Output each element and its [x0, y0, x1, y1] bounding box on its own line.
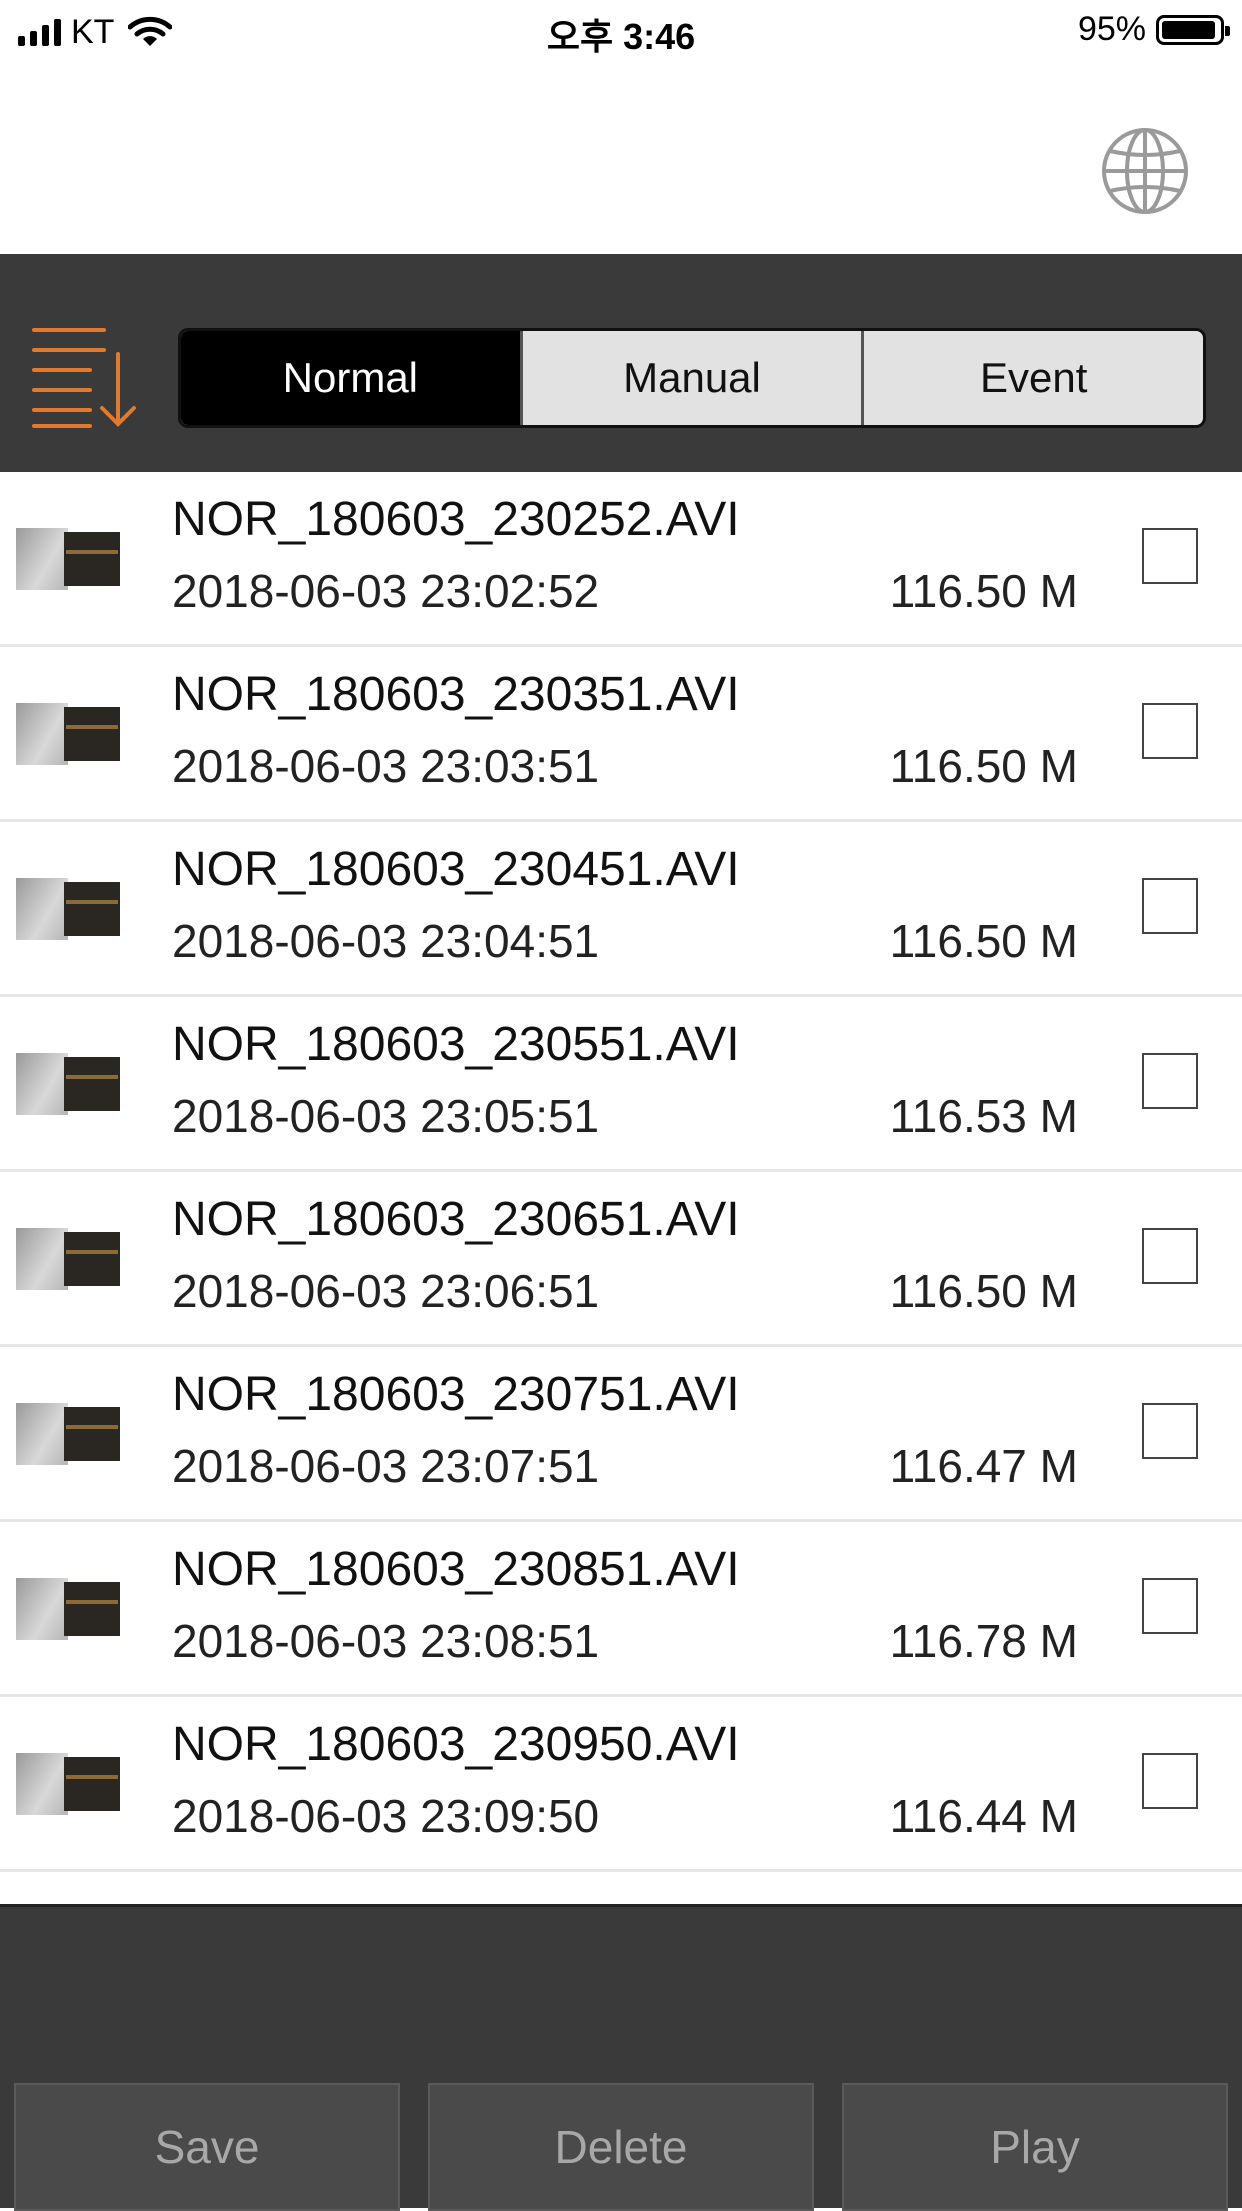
delete-button[interactable]: Delete: [428, 2083, 814, 2211]
file-list: NOR_180603_230252.AVI 2018-06-03 23:02:5…: [0, 472, 1242, 1872]
file-size: 116.53 M: [889, 1090, 1078, 1142]
toolbar: Normal Manual Event: [0, 254, 1242, 472]
recording-type-tabs: Normal Manual Event: [178, 328, 1206, 428]
video-thumbnail: [16, 1578, 120, 1640]
globe-icon[interactable]: [1100, 126, 1190, 216]
action-bar: Save Delete Play: [0, 1904, 1242, 2211]
tab-normal[interactable]: Normal: [181, 331, 520, 425]
battery-icon: [1156, 14, 1230, 45]
file-name: NOR_180603_230751.AVI: [172, 1368, 740, 1421]
file-date: 2018-06-03 23:02:52: [172, 565, 600, 617]
status-bar: KT 오후 3:46 95%: [0, 0, 1242, 62]
play-button[interactable]: Play: [842, 2083, 1228, 2211]
file-date: 2018-06-03 23:03:51: [172, 740, 600, 792]
file-size: 116.47 M: [889, 1440, 1078, 1492]
video-thumbnail: [16, 878, 120, 940]
file-date: 2018-06-03 23:05:51: [172, 1090, 600, 1142]
sort-descending-icon[interactable]: [30, 324, 140, 430]
file-checkbox[interactable]: [1142, 1578, 1198, 1634]
status-time: 오후 3:46: [546, 16, 696, 57]
battery-fill: [1162, 20, 1215, 39]
file-date: 2018-06-03 23:07:51: [172, 1440, 600, 1492]
file-name: NOR_180603_230451.AVI: [172, 843, 740, 896]
file-checkbox[interactable]: [1142, 1228, 1198, 1284]
battery-percent: 95%: [1077, 10, 1146, 48]
file-name: NOR_180603_230950.AVI: [172, 1718, 740, 1771]
app-header: [0, 62, 1242, 254]
video-thumbnail: [16, 703, 120, 765]
file-row[interactable]: NOR_180603_230351.AVI 2018-06-03 23:03:5…: [0, 647, 1242, 822]
video-thumbnail: [16, 528, 120, 590]
video-thumbnail: [16, 1053, 120, 1115]
file-name: NOR_180603_230351.AVI: [172, 668, 740, 721]
file-row[interactable]: NOR_180603_230950.AVI 2018-06-03 23:09:5…: [0, 1697, 1242, 1872]
file-date: 2018-06-03 23:04:51: [172, 915, 600, 967]
file-row[interactable]: NOR_180603_230751.AVI 2018-06-03 23:07:5…: [0, 1347, 1242, 1522]
file-row[interactable]: NOR_180603_230451.AVI 2018-06-03 23:04:5…: [0, 822, 1242, 997]
file-size: 116.50 M: [889, 915, 1078, 967]
tab-manual[interactable]: Manual: [519, 331, 862, 425]
file-name: NOR_180603_230651.AVI: [172, 1193, 740, 1246]
file-name: NOR_180603_230551.AVI: [172, 1018, 740, 1071]
file-size: 116.44 M: [889, 1790, 1078, 1842]
file-size: 116.50 M: [889, 1265, 1078, 1317]
status-right: 95%: [1077, 10, 1230, 49]
file-checkbox[interactable]: [1142, 1753, 1198, 1809]
file-size: 116.50 M: [889, 740, 1078, 792]
file-row[interactable]: NOR_180603_230851.AVI 2018-06-03 23:08:5…: [0, 1522, 1242, 1697]
file-checkbox[interactable]: [1142, 878, 1198, 934]
file-checkbox[interactable]: [1142, 703, 1198, 759]
file-date: 2018-06-03 23:06:51: [172, 1265, 600, 1317]
file-name: NOR_180603_230851.AVI: [172, 1543, 740, 1596]
file-date: 2018-06-03 23:09:50: [172, 1790, 600, 1842]
video-thumbnail: [16, 1753, 120, 1815]
file-size: 116.78 M: [889, 1615, 1078, 1667]
file-size: 116.50 M: [889, 565, 1078, 617]
file-row[interactable]: NOR_180603_230252.AVI 2018-06-03 23:02:5…: [0, 472, 1242, 647]
file-checkbox[interactable]: [1142, 528, 1198, 584]
file-name: NOR_180603_230252.AVI: [172, 493, 740, 546]
video-thumbnail: [16, 1228, 120, 1290]
tab-event[interactable]: Event: [861, 331, 1203, 425]
file-checkbox[interactable]: [1142, 1053, 1198, 1109]
file-row[interactable]: NOR_180603_230651.AVI 2018-06-03 23:06:5…: [0, 1172, 1242, 1347]
file-date: 2018-06-03 23:08:51: [172, 1615, 600, 1667]
video-thumbnail: [16, 1403, 120, 1465]
file-checkbox[interactable]: [1142, 1403, 1198, 1459]
save-button[interactable]: Save: [14, 2083, 400, 2211]
file-row[interactable]: NOR_180603_230551.AVI 2018-06-03 23:05:5…: [0, 997, 1242, 1172]
